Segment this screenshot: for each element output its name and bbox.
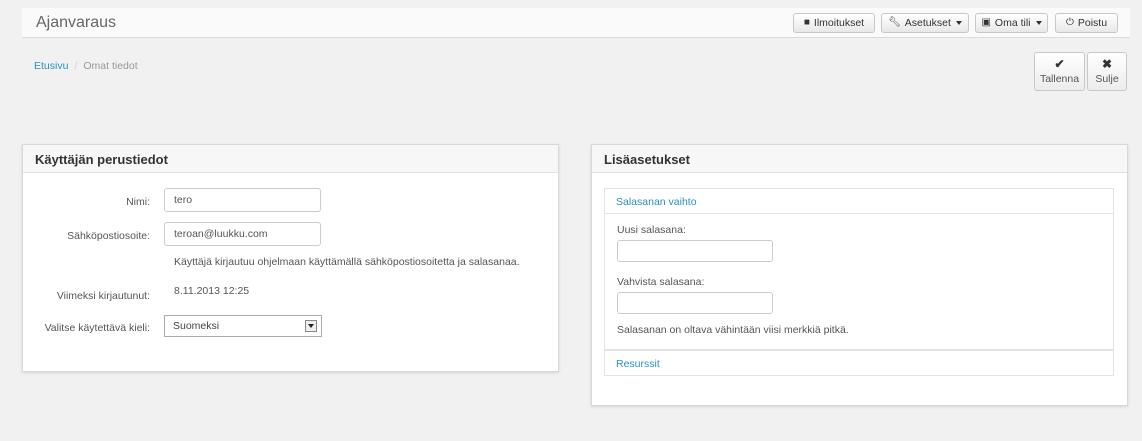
breadcrumb: Etusivu / Omat tiedot (34, 60, 138, 72)
comment-icon: ■ (803, 17, 810, 28)
settings-label: Asetukset (904, 17, 951, 29)
basic-info-panel: Käyttäjän perustiedot Nimi: tero Sähköpo… (22, 144, 559, 372)
close-label: Sulje (1095, 73, 1119, 85)
caret-down-icon (955, 21, 962, 25)
account-dropdown-button[interactable]: ▣ Oma tili (975, 13, 1048, 33)
notifications-label: Ilmoitukset (813, 17, 865, 29)
confirm-password-label: Vahvista salasana: (617, 276, 705, 288)
top-navbar: Ajanvaraus ■ Ilmoitukset 🔧︎ Asetukset ▣ … (22, 8, 1130, 38)
save-label: Tallenna (1039, 73, 1080, 85)
extra-settings-panel: Lisäasetukset Salasanan vaihto Uusi sala… (591, 144, 1128, 406)
password-section-body: Uusi salasana: Vahvista salasana: Salasa… (604, 214, 1114, 350)
confirm-password-field[interactable] (617, 292, 773, 314)
new-password-field[interactable] (617, 240, 773, 262)
wrench-icon: 🔧︎ (888, 17, 901, 28)
password-help-text: Salasanan on oltava vähintään viisi merk… (617, 324, 849, 336)
last-login-label: Viimeksi kirjautunut: (56, 290, 150, 302)
language-select[interactable]: Suomeksi (164, 315, 322, 337)
logout-label: Poistu (1077, 17, 1108, 29)
checkmark-icon: ✔ (1054, 57, 1065, 71)
close-icon: ✖ (1101, 57, 1113, 71)
account-label: Oma tili (994, 17, 1031, 29)
app-title[interactable]: Ajanvaraus (36, 14, 116, 32)
settings-dropdown-button[interactable]: 🔧︎ Asetukset (881, 13, 969, 33)
name-field[interactable]: tero (164, 188, 321, 212)
dropdown-arrow-icon[interactable] (305, 320, 317, 332)
breadcrumb-separator: / (74, 60, 78, 72)
notifications-button[interactable]: ■ Ilmoitukset (793, 13, 875, 33)
email-field[interactable]: teroan@luukku.com (164, 222, 321, 246)
briefcase-icon: ▣ (981, 17, 991, 28)
last-login-value: 8.11.2013 12:25 (174, 285, 250, 297)
extra-settings-title: Lisäasetukset (592, 145, 1127, 173)
name-label: Nimi: (126, 196, 150, 208)
email-help-text: Käyttäjä kirjautuu ohjelmaan käyttämällä… (174, 256, 520, 268)
language-label: Valitse käytettävä kieli: (44, 322, 150, 334)
new-password-label: Uusi salasana: (617, 224, 686, 236)
language-selected-value: Suomeksi (173, 320, 220, 332)
close-button[interactable]: ✖ Sulje (1087, 52, 1127, 91)
email-label: Sähköpostiosoite: (67, 230, 150, 242)
save-button[interactable]: ✔ Tallenna (1034, 52, 1085, 91)
breadcrumb-current: Omat tiedot (83, 60, 138, 72)
password-section-header[interactable]: Salasanan vaihto (604, 188, 1114, 214)
logout-button[interactable]: ⏻ Poistu (1055, 13, 1118, 33)
caret-down-icon (1035, 21, 1042, 25)
breadcrumb-home-link[interactable]: Etusivu (34, 60, 68, 72)
basic-info-title: Käyttäjän perustiedot (23, 145, 558, 173)
power-icon: ⏻ (1065, 17, 1074, 28)
resources-section-header[interactable]: Resurssit (604, 350, 1114, 376)
